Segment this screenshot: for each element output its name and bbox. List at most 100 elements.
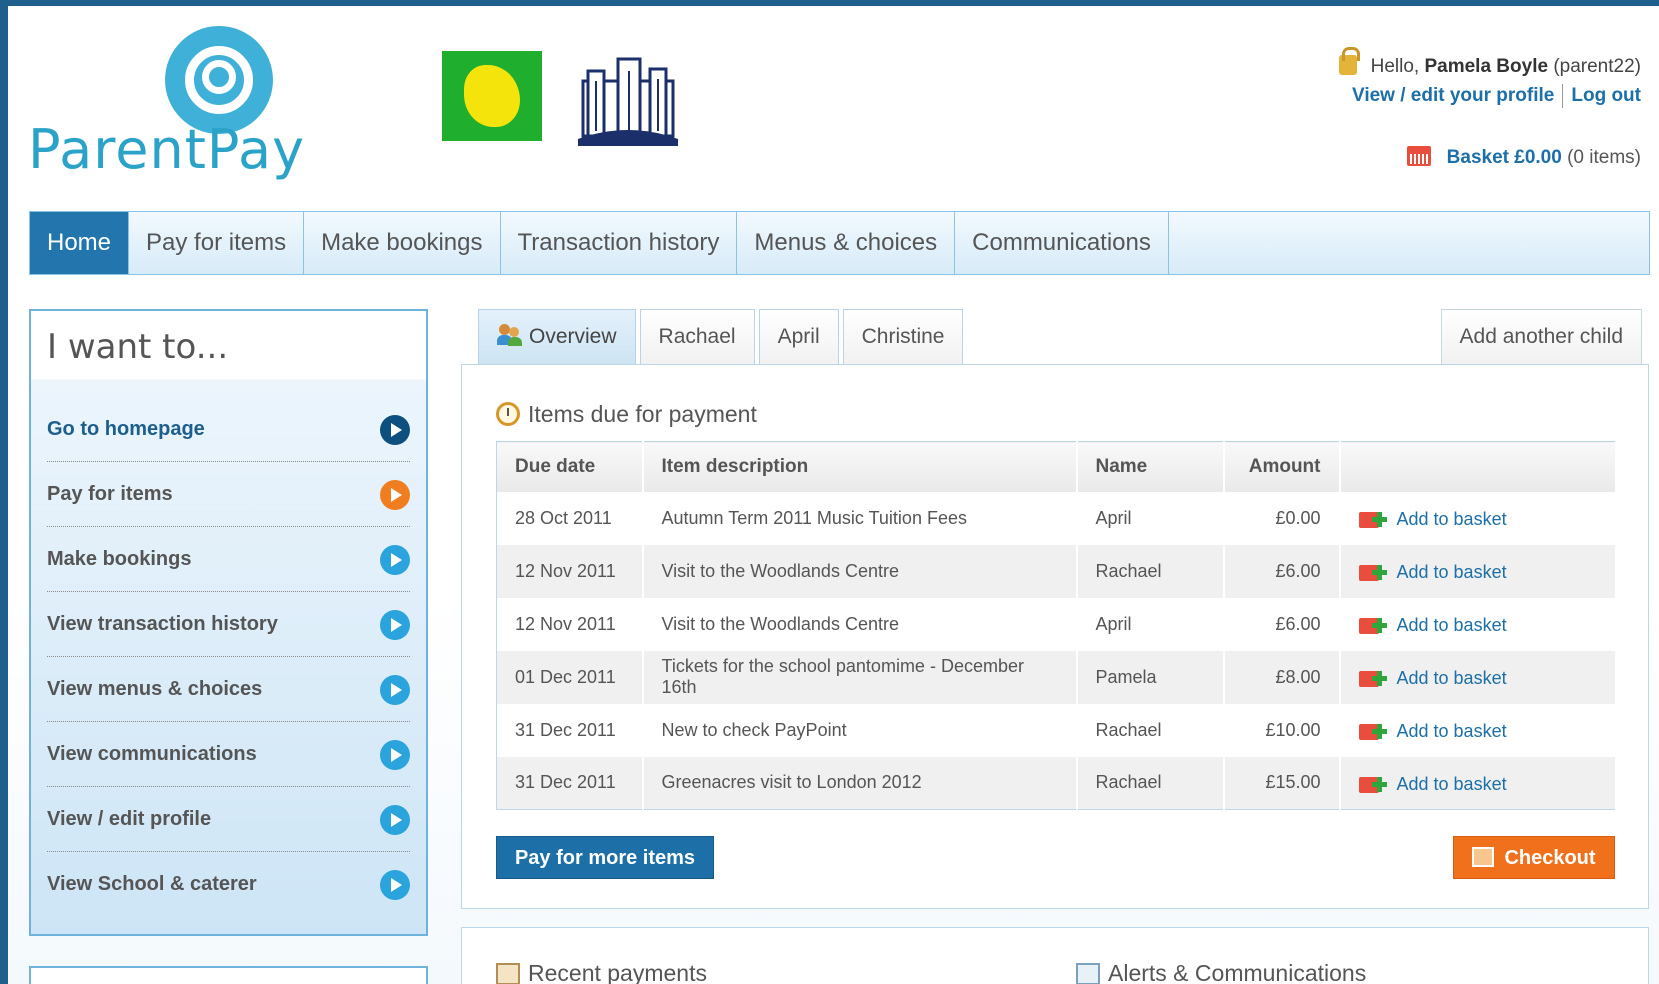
edit-profile-link[interactable]: View / edit your profile: [1352, 85, 1554, 106]
table-row: 28 Oct 2011 Autumn Term 2011 Music Tuiti…: [496, 491, 1617, 545]
item-description: New to check PayPoint: [642, 703, 1078, 757]
sidebar-item-label: View transaction history: [47, 613, 278, 635]
due-date: 12 Nov 2011: [496, 544, 644, 598]
amount: £15.00: [1223, 756, 1341, 810]
column-header[interactable]: Due date: [496, 441, 644, 492]
item-description: Visit to the Woodlands Centre: [642, 597, 1078, 651]
sidebar-item-label: View / edit profile: [47, 808, 212, 830]
add-to-basket-link[interactable]: Add to basket: [1358, 774, 1507, 794]
sidebar-item-label: Make bookings: [47, 548, 192, 570]
sidebar-item-homepage[interactable]: Go to homepage: [47, 397, 410, 462]
arrow-right-icon: [380, 480, 410, 510]
arrow-right-icon: [380, 415, 410, 445]
action-cell: Add to basket: [1339, 756, 1617, 810]
child-name: April: [1076, 491, 1225, 545]
page: ParentPay Hello, Pamela Boyle (parent22)…: [8, 6, 1659, 984]
user-box: Hello, Pamela Boyle (parent22) View / ed…: [1339, 47, 1641, 108]
basket-count: (0 items): [1567, 147, 1641, 168]
nav-transaction-history[interactable]: Transaction history: [501, 212, 738, 274]
items-due-table: Due date Item description Name Amount 28…: [496, 441, 1617, 810]
table-row: 12 Nov 2011 Visit to the Woodlands Centr…: [496, 597, 1617, 651]
tab-label: Overview: [529, 325, 617, 348]
school-castle-logo: [578, 57, 678, 146]
add-another-child-button[interactable]: Add another child: [1440, 309, 1642, 365]
checkout-icon: [1472, 847, 1495, 867]
sidebar-item-edit-profile[interactable]: View / edit profile: [47, 787, 410, 852]
amount: £10.00: [1223, 703, 1341, 757]
amount: £6.00: [1223, 544, 1341, 598]
arrow-right-icon: [380, 675, 410, 705]
column-header[interactable]: Amount: [1223, 441, 1341, 492]
add-to-basket-link[interactable]: Add to basket: [1358, 562, 1507, 582]
lock-icon: [1339, 47, 1361, 75]
add-to-basket-label: Add to basket: [1396, 721, 1507, 741]
child-name: Pamela: [1076, 650, 1225, 704]
logo-text: ParentPay: [28, 118, 306, 181]
logout-link[interactable]: Log out: [1571, 85, 1641, 106]
sidebar-item-make-bookings[interactable]: Make bookings: [47, 527, 410, 592]
recent-payments-heading: Recent payments: [496, 960, 707, 984]
sidebar-item-transaction-history[interactable]: View transaction history: [47, 592, 410, 657]
child-name: April: [1076, 597, 1225, 651]
add-to-basket-label: Add to basket: [1396, 562, 1507, 582]
nav-home[interactable]: Home: [30, 212, 130, 274]
checkout-button[interactable]: Checkout: [1453, 836, 1615, 879]
due-date: 31 Dec 2011: [496, 703, 644, 757]
receipt-icon: [496, 963, 520, 984]
arrow-right-icon: [380, 610, 410, 640]
pay-for-more-items-button[interactable]: Pay for more items: [496, 836, 714, 879]
item-description: Autumn Term 2011 Music Tuition Fees: [642, 491, 1078, 545]
add-to-basket-label: Add to basket: [1396, 615, 1507, 635]
table-row: 01 Dec 2011 Tickets for the school panto…: [496, 650, 1617, 704]
action-cell: Add to basket: [1339, 703, 1617, 757]
arrow-right-icon: [380, 740, 410, 770]
tab-rachael[interactable]: Rachael: [639, 309, 755, 365]
checkout-label: Checkout: [1504, 847, 1596, 869]
column-header[interactable]: Item description: [642, 441, 1078, 492]
due-date: 28 Oct 2011: [496, 491, 644, 545]
envelope-icon: [1076, 963, 1100, 984]
school-lion-logo: [442, 51, 542, 141]
table-header-row: Due date Item description Name Amount: [496, 441, 1617, 492]
sidebar-item-pay-for-items[interactable]: Pay for items: [47, 462, 410, 527]
amount: £8.00: [1223, 650, 1341, 704]
alerts-title: Alerts & Communications: [1108, 960, 1367, 984]
tab-april[interactable]: April: [758, 309, 839, 365]
sidebar-item-communications[interactable]: View communications: [47, 722, 410, 787]
item-description: Tickets for the school pantomime - Decem…: [642, 650, 1078, 704]
basket-link[interactable]: Basket £0.00: [1447, 147, 1562, 168]
clock-icon: [496, 402, 520, 426]
nav-communications[interactable]: Communications: [955, 212, 1169, 274]
add-to-basket-link[interactable]: Add to basket: [1358, 721, 1507, 741]
sidebar-item-label: Go to homepage: [47, 418, 205, 440]
sidebar-title: I want to...: [47, 327, 229, 367]
table-row: 31 Dec 2011 Greenacres visit to London 2…: [496, 756, 1617, 810]
column-header[interactable]: Name: [1076, 441, 1225, 492]
add-to-basket-link[interactable]: Add to basket: [1358, 615, 1507, 635]
add-to-basket-link[interactable]: Add to basket: [1358, 509, 1507, 529]
tab-overview[interactable]: Overview: [478, 309, 636, 365]
items-due-title-text: Items due for payment: [528, 401, 757, 427]
column-header: [1339, 441, 1617, 492]
tab-christine[interactable]: Christine: [842, 309, 964, 365]
sidebar-item-menus-choices[interactable]: View menus & choices: [47, 657, 410, 722]
parentpay-logo[interactable]: ParentPay: [28, 16, 304, 191]
sidebar-item-label: View menus & choices: [47, 678, 263, 700]
basket-icon: [1407, 146, 1432, 166]
sidebar-item-label: Pay for items: [47, 483, 173, 505]
sidebar-item-school-caterer[interactable]: View School & caterer: [47, 852, 410, 917]
link-separator: [1562, 84, 1564, 108]
table-row: 31 Dec 2011 New to check PayPoint Rachae…: [496, 703, 1617, 757]
add-to-basket-link[interactable]: Add to basket: [1358, 668, 1507, 688]
recent-activity-panel: Recent payments Alerts & Communications: [461, 927, 1649, 984]
action-cell: Add to basket: [1339, 544, 1617, 598]
table-row: 12 Nov 2011 Visit to the Woodlands Centr…: [496, 544, 1617, 598]
add-to-basket-label: Add to basket: [1396, 509, 1507, 529]
nav-pay-for-items[interactable]: Pay for items: [129, 212, 305, 274]
alerts-heading: Alerts & Communications: [1076, 960, 1366, 984]
nav-make-bookings[interactable]: Make bookings: [304, 212, 501, 274]
nav-menus-choices[interactable]: Menus & choices: [737, 212, 956, 274]
add-to-basket-label: Add to basket: [1396, 668, 1507, 688]
arrow-right-icon: [380, 870, 410, 900]
sidebar-item-label: View School & caterer: [47, 873, 257, 895]
